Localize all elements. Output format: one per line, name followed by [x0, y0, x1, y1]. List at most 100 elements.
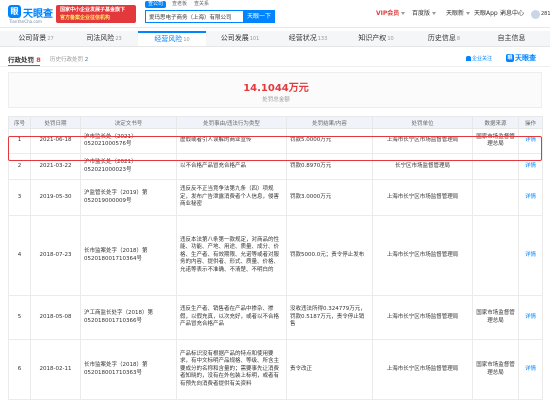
search-button[interactable]: 天眼一下	[243, 10, 275, 23]
tab-label: 历史信息	[427, 34, 456, 42]
detail-link[interactable]: 详情	[518, 295, 543, 340]
promo-line-1: 国家中小企业发展子基金旗下	[60, 7, 126, 13]
table-row: 1 2021-06-18 沪市监长处〔2021〕052021000576号 虚假…	[8, 128, 543, 154]
tab-label: 自主信息	[497, 34, 526, 42]
subtab-history-penalty[interactable]: 历史行政处罚 2	[50, 55, 88, 63]
cell-no: 3	[8, 179, 31, 216]
col-header-doc: 决定文书号	[80, 116, 177, 129]
tab-judicial-risk[interactable]: 司法风险23	[70, 31, 138, 46]
watch-company-button[interactable]: 企业关注	[466, 55, 492, 62]
cell-no: 4	[8, 215, 31, 296]
tab-label: 公司背景	[18, 34, 47, 42]
logo-text: 天眼查	[23, 9, 53, 20]
tab-count: 10	[387, 36, 394, 42]
cell-reason: 以不合格产品冒充合格产品	[176, 153, 287, 180]
search-tab-relation[interactable]: 查关系	[191, 1, 212, 8]
tab-count: 27	[47, 36, 54, 42]
nav-tianyan-new[interactable]: 天眼新	[446, 0, 471, 28]
watch-company-label: 企业关注	[472, 56, 493, 62]
tab-count: 23	[115, 36, 122, 42]
module-tabs: 公司背景27 司法风险23 经营风险10 公司发展101 经营状况133 知识产…	[0, 31, 550, 47]
logo-url: TianYanCha.com	[9, 19, 42, 24]
cell-doc: 沪市监长处〔2021〕052021000576号	[80, 128, 177, 154]
cell-reason: 虚假或者引人误解的商业宣传	[176, 128, 287, 154]
cell-doc: 长市监案处字（2018）第052018001710364号	[80, 215, 177, 296]
cell-reason: 产品标识没有根据产品的特点和使用要求，有中文标明产品规格、等级、所含主要成分的名…	[176, 339, 287, 400]
cell-unit: 长宁区市场监督管理局	[372, 153, 473, 180]
penalty-total-amount: 14.1044万元	[243, 83, 309, 94]
watermark-text: 天眼查	[515, 54, 536, 62]
top-header: 眼 天眼查 TianYanCha.com 国家中小企业发展子基金旗下 官方备案企…	[0, 0, 550, 28]
tab-company-development[interactable]: 公司发展101	[206, 31, 274, 46]
chevron-down-icon	[401, 12, 406, 15]
table-row: 5 2018-05-08 沪工商监长处字（2018）第0520180017103…	[8, 295, 543, 340]
cell-doc: 长市监案处字（2018）第052018001710363号	[80, 339, 177, 400]
cell-no: 6	[8, 339, 31, 400]
cell-doc: 沪监管长处字（2019）第052019000009号	[80, 179, 177, 216]
tab-intellectual-property[interactable]: 知识产权10	[342, 31, 410, 46]
cell-unit: 上海市长宁区市场监督管理局	[372, 179, 473, 216]
cell-unit: 上海市长宁区市场监督管理局	[372, 295, 473, 340]
detail-link[interactable]: 详情	[518, 339, 543, 400]
nav-app-label: 天眼App	[474, 10, 498, 17]
tab-company-background[interactable]: 公司背景27	[2, 31, 70, 46]
detail-link[interactable]: 详情	[518, 128, 543, 154]
nav-vip[interactable]: VIP会员	[376, 0, 406, 28]
promo-banner[interactable]: 国家中小企业发展子基金旗下 官方备案企业征信机构	[56, 5, 136, 23]
col-header-action: 操作	[518, 116, 543, 129]
search-input[interactable]	[149, 11, 245, 22]
col-header-source: 数据来源	[472, 116, 519, 129]
tab-label: 经营状况	[288, 34, 317, 42]
search-tab-boss[interactable]: 查老板	[169, 1, 190, 8]
tab-label: 司法风险	[86, 34, 115, 42]
tianyancha-logo[interactable]: 眼 天眼查 TianYanCha.com	[8, 4, 53, 24]
tab-business-status[interactable]: 经营状况133	[274, 31, 342, 46]
tab-self-info[interactable]: 自主信息	[478, 31, 546, 46]
search-box: 天眼一下	[145, 10, 275, 23]
nav-vip-label: VIP会员	[376, 10, 400, 17]
detail-link[interactable]: 详情	[518, 153, 543, 180]
detail-link[interactable]: 详情	[518, 215, 543, 296]
cell-no: 2	[8, 153, 31, 180]
avatar[interactable]	[531, 10, 540, 19]
logo-mark-icon: 眼	[506, 54, 514, 62]
cell-reason: 违反本法第八条第一款规定，对商品的性能、功能、产地、用途、质量、成分、价格、生产…	[176, 215, 287, 296]
search-tab-company[interactable]: 查公司	[145, 1, 167, 8]
nav-baidu[interactable]: 百度版	[412, 0, 437, 28]
subtab-admin-penalty[interactable]: 行政处罚 8	[8, 54, 41, 64]
nav-user[interactable]: 2813...	[541, 0, 550, 28]
active-subtab-underline	[8, 65, 40, 66]
cell-source: 国家市场监督管理总局	[472, 128, 519, 154]
cell-result: 罚款5000.0元；责令停止发布	[286, 215, 373, 296]
cell-source	[472, 179, 519, 216]
tab-history[interactable]: 历史信息8	[410, 31, 478, 46]
cell-date: 2018-05-08	[30, 295, 81, 340]
subtab-label: 行政处罚	[8, 56, 34, 64]
nav-baidu-label: 百度版	[412, 10, 431, 17]
cell-date: 2018-02-11	[30, 339, 81, 400]
watermark-logo: 眼天眼查	[506, 53, 536, 63]
table-row: 2 2021-03-22 沪市监长处〔2021〕052021000023号 以不…	[8, 153, 543, 180]
chevron-down-icon	[466, 12, 471, 15]
col-header-reason: 处罚事由/违法行为类型	[176, 116, 287, 129]
cell-date: 2021-03-22	[30, 153, 81, 180]
cell-result: 没收违法所得0.324779万元，罚款0.5187万元，责令停止销售	[286, 295, 373, 340]
tab-operational-risk[interactable]: 经营风险10	[138, 31, 206, 46]
cell-date: 2021-06-18	[30, 128, 81, 154]
tab-count: 10	[183, 37, 190, 43]
cell-source	[472, 153, 519, 180]
subtab-count: 2	[84, 57, 89, 63]
col-header-date: 处罚日期	[30, 116, 81, 129]
nav-messages[interactable]: 消息中心	[500, 0, 524, 28]
detail-link[interactable]: 详情	[518, 179, 543, 216]
col-header-result: 处罚结果/内容	[286, 116, 373, 129]
col-header-unit: 处罚单位	[372, 116, 473, 129]
cell-source: 国家市场监督管理总局	[472, 339, 519, 400]
table-row: 6 2018-02-11 长市监案处字（2018）第05201800171036…	[8, 339, 543, 400]
cell-doc: 沪工商监长处字（2018）第052018001710366号	[80, 295, 177, 340]
tab-label: 公司发展	[220, 34, 249, 42]
cell-no: 1	[8, 128, 31, 154]
logo-mark-icon: 眼	[8, 5, 21, 18]
cell-unit: 上海市长宁区市场监督管理局	[372, 128, 473, 154]
table-header: 序号 处罚日期 决定文书号 处罚事由/违法行为类型 处罚结果/内容 处罚单位 数…	[8, 116, 543, 129]
